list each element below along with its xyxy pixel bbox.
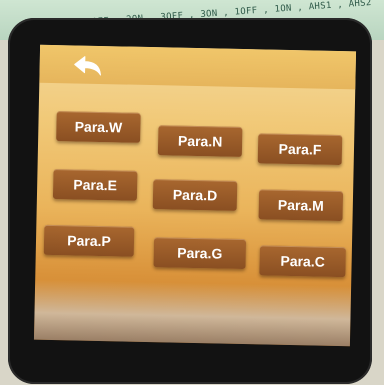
device-screen: Para.W Para.N Para.F Para.E Para.D Para.…	[33, 44, 357, 347]
para-d-button[interactable]: Para.D	[152, 179, 238, 211]
para-m-button[interactable]: Para.M	[258, 189, 344, 222]
para-g-button[interactable]: Para.G	[153, 237, 247, 270]
para-f-button[interactable]: Para.F	[257, 133, 343, 166]
para-c-button[interactable]: Para.C	[259, 245, 346, 278]
para-e-button[interactable]: Para.E	[52, 169, 138, 201]
para-p-button[interactable]: Para.P	[43, 224, 135, 257]
parameter-grid: Para.W Para.N Para.F Para.E Para.D Para.…	[34, 45, 356, 347]
para-n-button[interactable]: Para.N	[157, 125, 243, 157]
para-w-button[interactable]: Para.W	[56, 111, 141, 143]
